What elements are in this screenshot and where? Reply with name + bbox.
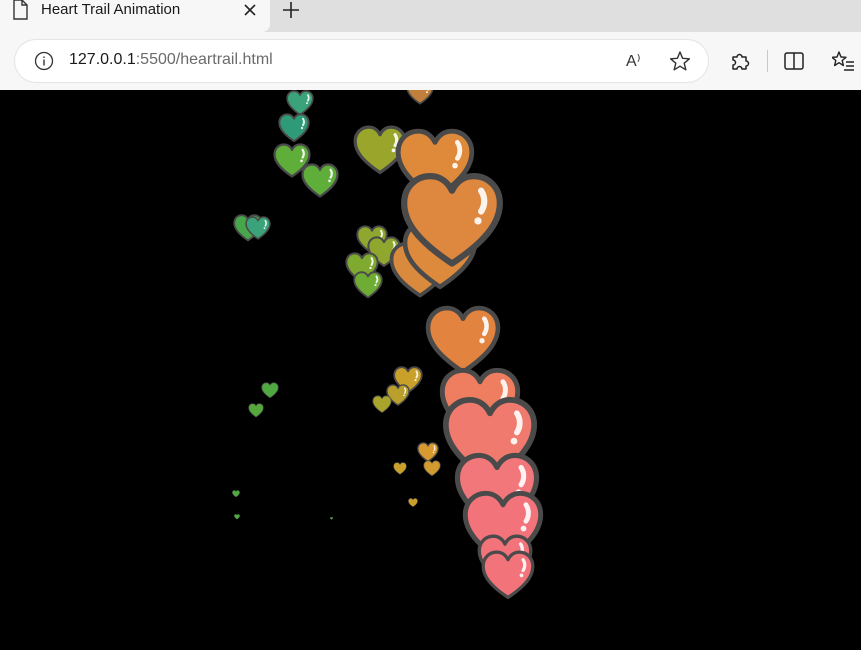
favorites-icon[interactable] (832, 50, 854, 72)
heart-shape (286, 90, 314, 116)
heart-shape (301, 162, 339, 198)
heart-shape (232, 490, 240, 498)
address-bar[interactable]: 127.0.0.1:5500/heartrail.html A⁾ (15, 40, 708, 82)
close-icon (244, 4, 256, 16)
url-host: 127.0.0.1 (69, 51, 136, 68)
plus-icon (283, 2, 299, 18)
heart-shape (353, 271, 383, 299)
heart-shape (329, 516, 333, 520)
read-aloud-icon[interactable]: A⁾ (626, 50, 650, 72)
puzzle-icon[interactable] (729, 50, 751, 72)
url-path: :5500/heartrail.html (135, 51, 273, 68)
browser-tab[interactable]: Heart Trail Animation (0, 0, 270, 32)
heart-shape (261, 382, 279, 398)
close-tab-button[interactable] (240, 0, 260, 20)
heart-shape (234, 514, 240, 520)
info-icon[interactable] (34, 51, 54, 71)
star-icon[interactable] (669, 50, 691, 72)
toolbar-divider (767, 50, 768, 72)
url-text[interactable]: 127.0.0.1:5500/heartrail.html (69, 51, 273, 69)
heart-shape (423, 460, 441, 476)
heart-shape (278, 113, 310, 143)
heart-shape (408, 498, 418, 508)
new-tab-button[interactable] (280, 0, 302, 20)
tab-strip: Heart Trail Animation (0, 0, 861, 32)
heart-shape (372, 395, 392, 413)
heart-shape (406, 90, 434, 105)
heart-shape (401, 173, 503, 267)
heart-shape (393, 461, 407, 475)
tab-title: Heart Trail Animation (41, 1, 181, 18)
heart-shape (481, 550, 535, 600)
split-screen-icon[interactable] (783, 50, 805, 72)
heart-shape (245, 216, 271, 240)
document-icon (13, 0, 28, 20)
heart-trail-canvas[interactable] (0, 90, 861, 650)
heart-shape (425, 305, 501, 375)
heart-shape (248, 402, 264, 418)
